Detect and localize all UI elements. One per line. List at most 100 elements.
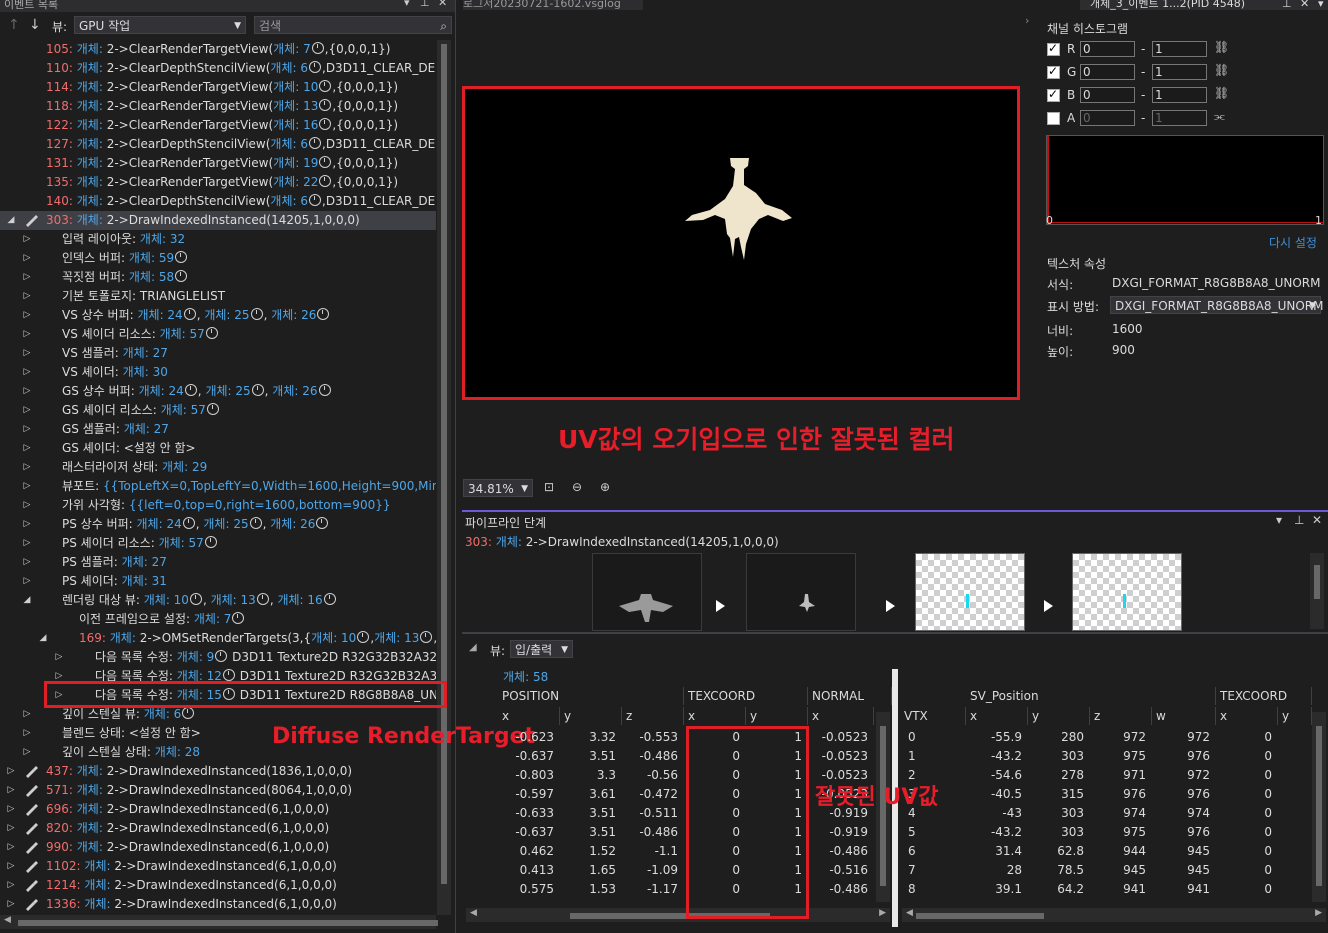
event-tree-row[interactable]: ▷ GS 셰이더 리소스: 개체: 57 (0, 401, 436, 420)
dropdown-icon[interactable]: ▾ (404, 0, 410, 9)
column-group-header[interactable]: SV_Position (966, 687, 1216, 705)
event-tree-row[interactable]: 105: 개체: 2->ClearRenderTargetView(개체: 7,… (0, 40, 436, 59)
collapsed-arrow-icon[interactable]: ▷ (22, 553, 32, 572)
object-link[interactable]: 개체: (73, 175, 103, 189)
collapsed-arrow-icon[interactable]: ▷ (22, 420, 32, 439)
channel-min-input[interactable]: 0 (1080, 41, 1135, 57)
object-link[interactable]: 개체: 25 (203, 517, 248, 531)
object-link[interactable]: 개체: (73, 783, 103, 797)
history-clock-icon[interactable] (175, 251, 188, 263)
object-link[interactable]: 개체: (81, 878, 110, 892)
zoom-select[interactable]: 34.81% ▼ (463, 479, 533, 497)
column-header[interactable]: y (560, 707, 622, 725)
history-clock-icon[interactable] (251, 384, 264, 396)
object-link[interactable]: 개체: (73, 118, 103, 132)
dropdown-icon[interactable]: ▾ (1318, 0, 1324, 9)
channel-checkbox-g[interactable] (1047, 64, 1060, 79)
stage-vertex-shader[interactable] (746, 553, 856, 631)
fit-view-icon[interactable]: ⊡ (544, 480, 554, 494)
collapsed-arrow-icon[interactable]: ▷ (22, 363, 32, 382)
collapsed-arrow-icon[interactable]: ▷ (22, 496, 32, 515)
event-tree-row[interactable]: ▷ 입력 레이아웃: 개체: 32 (0, 230, 436, 249)
object-link[interactable]: {{left=0,top=0,right=1600,bottom=900}} (129, 498, 391, 512)
history-clock-icon[interactable] (215, 650, 228, 662)
event-number[interactable]: 696: (46, 802, 73, 816)
link-icon[interactable]: ⛓ (1214, 63, 1229, 77)
object-link[interactable]: 개체: 13 (273, 99, 318, 113)
object-link[interactable]: 개체: (73, 802, 103, 816)
channel-min-input[interactable]: 0 (1080, 64, 1135, 80)
event-tree-row[interactable]: ▷ PS 샘플러: 개체: 27 (0, 553, 436, 572)
unlink-icon[interactable]: ⫘ (1214, 109, 1225, 124)
pin-icon[interactable]: ⊥ (420, 0, 430, 9)
event-tree-row[interactable]: ▷ GS 셰이더: <설정 안 함> (0, 439, 436, 458)
column-header[interactable]: VTX (900, 707, 966, 725)
event-tree-row[interactable]: 127: 개체: 2->ClearDepthStencilView(개체: 6,… (0, 135, 436, 154)
collapsed-arrow-icon[interactable]: ▷ (6, 819, 16, 838)
hscroll-thumb[interactable] (18, 920, 438, 926)
output-table-scrollbar[interactable] (1312, 712, 1326, 902)
history-clock-icon[interactable] (318, 384, 331, 396)
up-arrow-icon[interactable]: ↑ (8, 17, 20, 33)
event-tree-row[interactable]: 114: 개체: 2->ClearRenderTargetView(개체: 10… (0, 78, 436, 97)
scroll-thumb[interactable] (441, 44, 447, 884)
history-clock-icon[interactable] (205, 327, 218, 339)
event-number[interactable]: 135: (46, 175, 73, 189)
object-link[interactable]: 개체: (73, 194, 103, 208)
channel-checkbox-a[interactable] (1047, 112, 1060, 125)
collapsed-arrow-icon[interactable]: ▷ (22, 401, 32, 420)
column-header[interactable]: x (808, 707, 874, 725)
event-tree-row[interactable]: ▷ 571: 개체: 2->DrawIndexedInstanced(8064,1… (0, 781, 436, 800)
event-tree-row[interactable]: ▷ VS 상수 버퍼: 개체: 24, 개체: 25, 개체: 26 (0, 306, 436, 325)
collapsed-arrow-icon[interactable]: ▷ (22, 534, 32, 553)
scroll-thumb[interactable] (1314, 565, 1320, 599)
history-clock-icon[interactable] (309, 61, 321, 73)
collapsed-arrow-icon[interactable]: ▷ (6, 762, 16, 781)
history-clock-icon[interactable] (232, 612, 245, 624)
event-number[interactable]: 122: (46, 118, 73, 132)
dropdown-icon[interactable]: ▾ (1276, 513, 1282, 527)
event-number[interactable]: 140: (46, 194, 73, 208)
expanded-arrow-icon[interactable]: ◢ (22, 591, 32, 610)
event-tree-row[interactable]: ▷ 뷰포트: {{TopLeftX=0,TopLeftY=0,Width=1600… (0, 477, 436, 496)
event-tree-row[interactable]: 이전 프레임으로 설정: 개체: 7 (0, 610, 436, 629)
input-table-hscrollbar[interactable]: ◀ ▶ (466, 908, 890, 922)
event-tree-row[interactable]: 110: 개체: 2->ClearDepthStencilView(개체: 6,… (0, 59, 436, 78)
history-clock-icon[interactable] (319, 175, 332, 187)
event-tree-row[interactable]: ▷ 래스터라이저 상태: 개체: 29 (0, 458, 436, 477)
event-tree-row[interactable]: ▷ PS 셰이더: 개체: 31 (0, 572, 436, 591)
column-header[interactable]: y (1278, 707, 1312, 725)
scroll-right-icon[interactable]: ▶ (1315, 908, 1322, 918)
event-tree-row[interactable]: ▷ 820: 개체: 2->DrawIndexedInstanced(6,1,0,… (0, 819, 436, 838)
event-tree-row[interactable]: ▷ GS 상수 버퍼: 개체: 24, 개체: 25, 개체: 26 (0, 382, 436, 401)
object-link[interactable]: 개체: 7 (194, 612, 232, 626)
event-number[interactable]: 820: (46, 821, 73, 835)
channel-max-input[interactable]: 1 (1152, 41, 1207, 57)
collapsed-arrow-icon[interactable]: ▷ (22, 230, 32, 249)
object-link[interactable]: 개체: 27 (123, 346, 168, 360)
channel-max-input[interactable]: 1 (1152, 87, 1207, 103)
event-tree-row[interactable]: ▷ 가위 사각형: {{left=0,top=0,right=1600,botto… (0, 496, 436, 515)
column-group-header[interactable]: POSITION (498, 687, 684, 705)
history-clock-icon[interactable] (319, 118, 332, 130)
channel-min-input[interactable]: 0 (1080, 110, 1135, 126)
event-tree-row[interactable]: ▷ GS 샘플러: 개체: 27 (0, 420, 436, 439)
object-link[interactable]: 개체: 6 (144, 707, 182, 721)
object-link[interactable]: 개체: 32 (140, 232, 185, 246)
collapsed-arrow-icon[interactable]: ▷ (22, 439, 32, 458)
column-group-header[interactable]: TEXCOORD (1216, 687, 1312, 705)
object-link[interactable]: 개체: (73, 61, 103, 75)
object-link[interactable]: 개체: 16 (273, 118, 318, 132)
event-tree-row[interactable]: ▷ 다음 목록 수정: 개체: 9 D3D11 Texture2D R32G32B… (0, 648, 436, 667)
pipeline-event-num[interactable]: 303: (465, 535, 492, 549)
history-clock-icon[interactable] (309, 194, 321, 206)
object-link[interactable]: 개체: 24 (137, 308, 182, 322)
collapsed-arrow-icon[interactable]: ▷ (6, 857, 16, 876)
event-tree-row[interactable]: ▷ VS 셰이더 리소스: 개체: 57 (0, 325, 436, 344)
object-link[interactable]: 개체: 22 (273, 175, 318, 189)
scroll-left-icon[interactable]: ◀ (4, 915, 11, 925)
history-clock-icon[interactable] (204, 536, 217, 548)
object-link[interactable]: 개체: (73, 137, 103, 151)
history-clock-icon[interactable] (316, 517, 329, 529)
object-link[interactable]: 개체: 28 (155, 745, 200, 759)
